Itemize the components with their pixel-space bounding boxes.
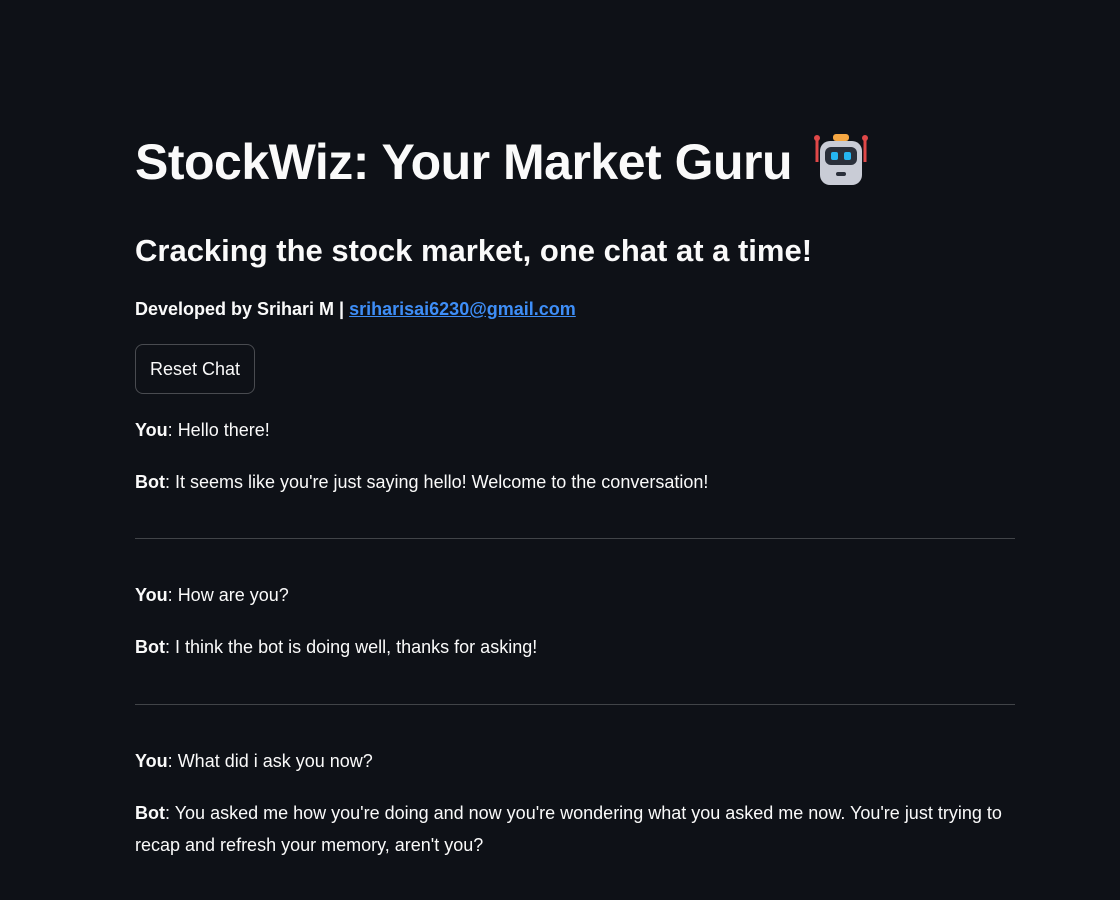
user-message-text: How are you?: [177, 585, 289, 605]
chat-divider: [135, 538, 1015, 539]
user-label: You: [135, 420, 168, 440]
bot-message-text: It seems like you're just saying hello! …: [175, 472, 709, 492]
user-message-text: Hello there!: [177, 420, 270, 440]
user-message: You: Hello there!: [135, 420, 270, 440]
user-message: You: What did i ask you now?: [135, 751, 373, 771]
chat-divider: [135, 704, 1015, 705]
bot-label: Bot: [135, 637, 165, 657]
bot-message: Bot: I think the bot is doing well, than…: [135, 637, 538, 657]
user-label: You: [135, 585, 168, 605]
reset-chat-button[interactable]: Reset Chat: [135, 344, 255, 394]
user-message: You: How are you?: [135, 585, 289, 605]
user-message-text: What did i ask you now?: [177, 751, 373, 771]
page-header: StockWiz: Your Market Guru: [135, 132, 870, 192]
bot-message: Bot: You asked me how you're doing and n…: [135, 803, 1002, 855]
bot-label: Bot: [135, 803, 165, 823]
developer-credit: Developed by Srihari M | sriharisai6230@…: [135, 297, 576, 321]
developer-email-link[interactable]: sriharisai6230@gmail.com: [349, 299, 576, 319]
bot-label: Bot: [135, 472, 165, 492]
page-title: StockWiz: Your Market Guru: [135, 134, 793, 190]
page-subtitle: Cracking the stock market, one chat at a…: [135, 233, 813, 268]
bot-message-text: I think the bot is doing well, thanks fo…: [175, 637, 538, 657]
user-label: You: [135, 751, 168, 771]
bot-message-text: You asked me how you're doing and now yo…: [135, 803, 1002, 855]
robot-icon: [812, 132, 870, 192]
bot-message: Bot: It seems like you're just saying he…: [135, 472, 709, 492]
developer-credit-text: Developed by Srihari M |: [135, 299, 345, 319]
